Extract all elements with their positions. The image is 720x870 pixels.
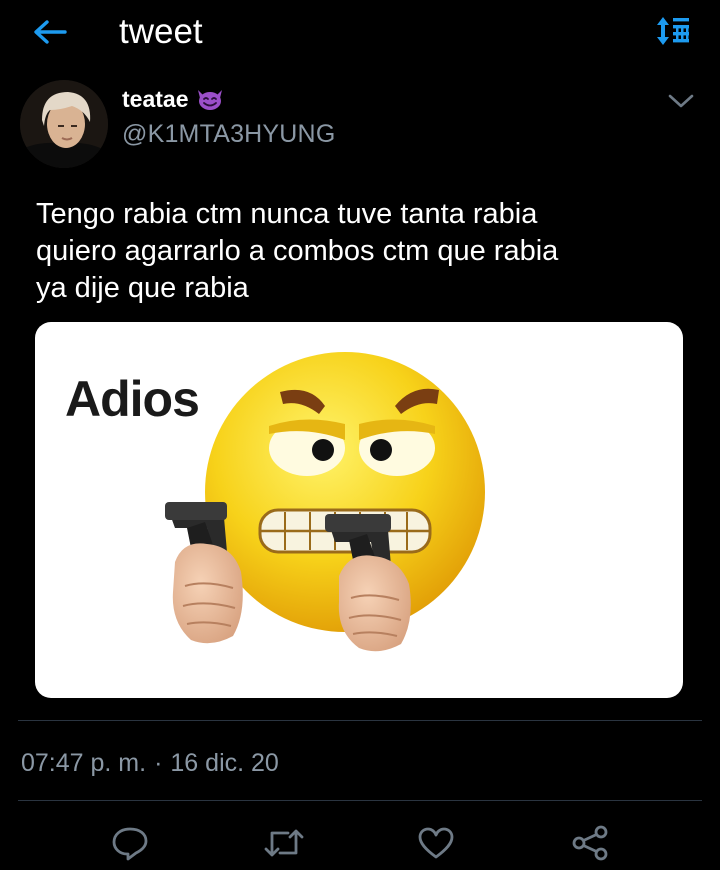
reply-icon [112,827,148,861]
heart-icon [418,827,454,859]
sort-icon [657,17,689,45]
more-options-button[interactable] [666,88,696,114]
tweet-text-line: quiero agarrarlo a combos ctm que rabia [36,235,559,267]
divider [18,720,702,721]
tweet-timestamp[interactable]: 07:47 p. m. · 16 dic. 20 [21,748,279,778]
tweet-date: 16 dic. 20 [170,749,279,777]
retweet-icon [264,829,304,857]
back-button[interactable] [30,14,70,50]
arrow-left-icon [34,20,67,44]
tweet-text-line: ya dije que rabia [36,272,249,304]
display-name: teatae [122,85,189,112]
tweet-time: 07:47 p. m. [21,749,147,777]
tweet-text-line: Tengo rabia ctm nunca tuve tanta rabia [36,198,538,230]
avatar[interactable] [20,80,108,168]
reply-button[interactable] [108,823,152,863]
profile-photo [20,80,108,168]
share-button[interactable] [568,823,612,863]
chevron-down-icon [668,94,694,108]
top-app-bar: tweet [0,0,720,66]
tweet-text: Tengo rabia ctm nunca tuve tanta rabia q… [36,196,686,307]
sort-button[interactable] [652,13,694,49]
share-icon [572,825,608,861]
user-handle[interactable]: @K1MTA3HYUNG [122,119,335,149]
tweet-media-image[interactable]: Adios [35,322,683,698]
page-title: tweet [119,12,203,51]
divider [18,800,702,801]
media-caption-text: Adios [65,371,200,427]
like-button[interactable] [414,823,458,863]
tweet-action-bar [0,815,720,870]
smiling-devil-icon [195,87,225,111]
author-name-row[interactable]: teatae [122,84,225,114]
retweet-button[interactable] [262,823,306,863]
meta-separator: · [154,749,163,777]
